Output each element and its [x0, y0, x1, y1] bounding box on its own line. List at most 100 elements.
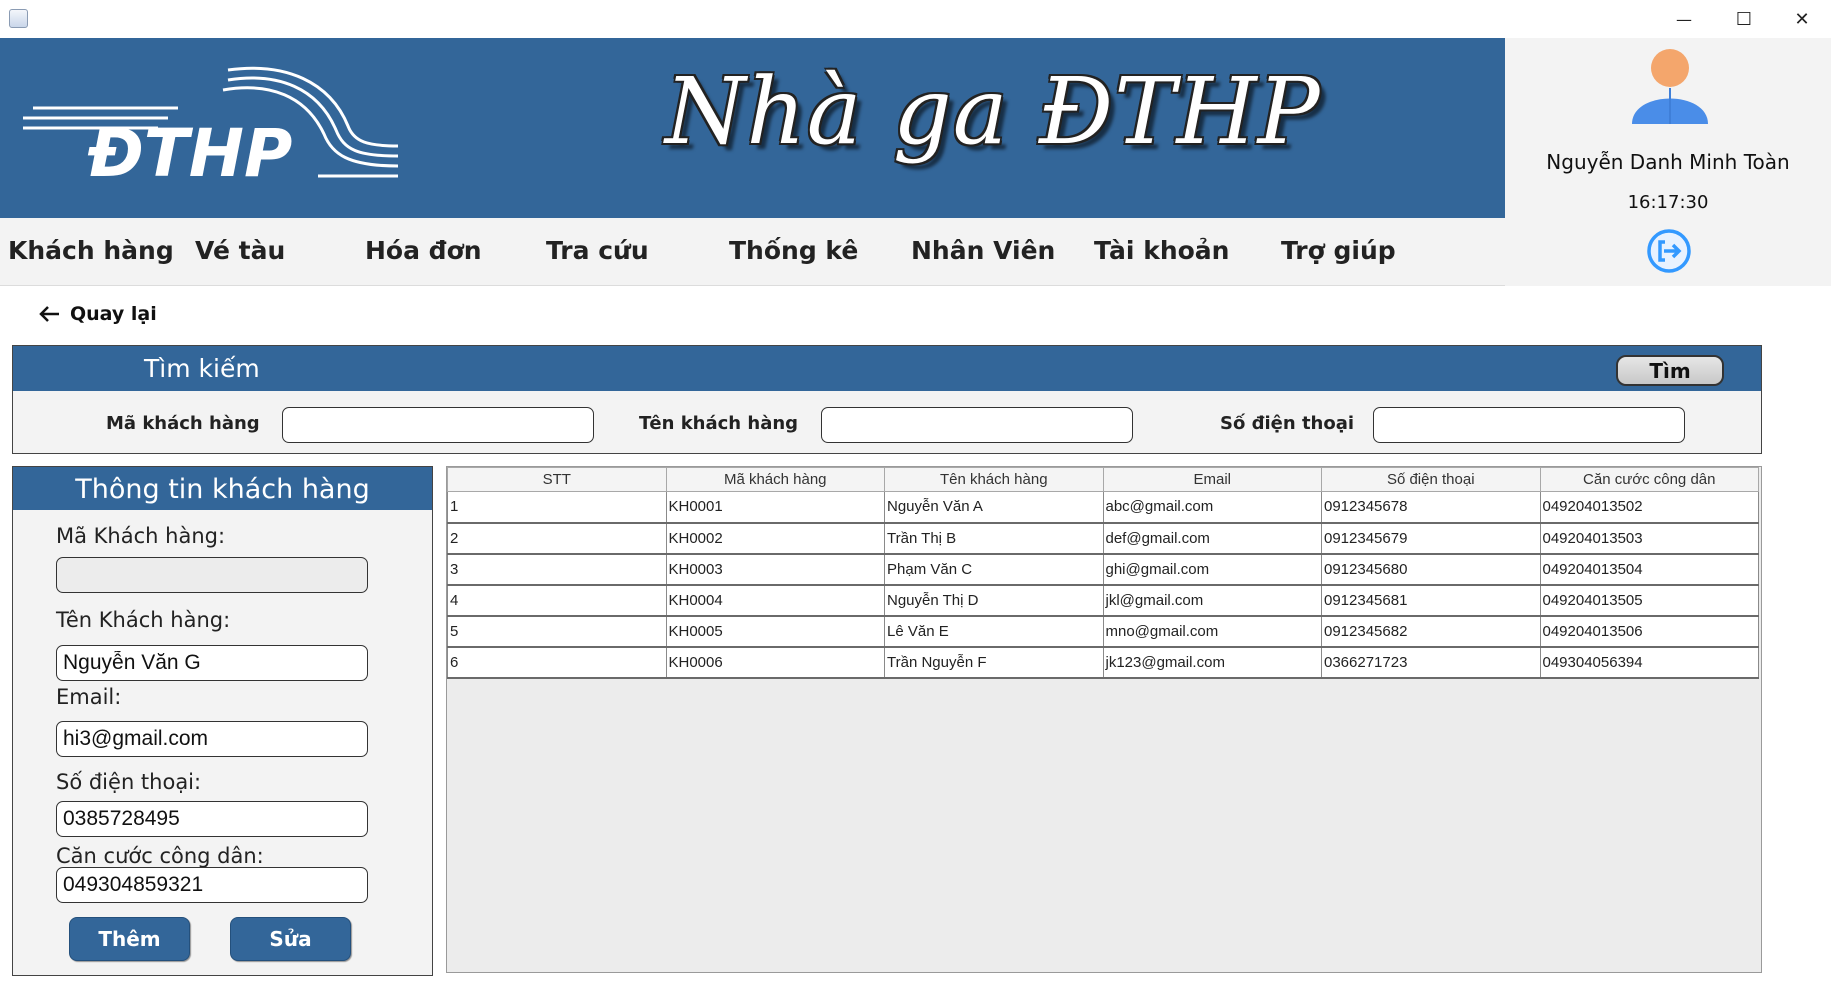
table-cell: 049204013506	[1539, 615, 1759, 648]
table-cell: Nguyễn Thị D	[884, 584, 1104, 617]
table-cell: KH0004	[665, 584, 885, 617]
customer-info-title: Thông tin khách hàng	[75, 474, 370, 505]
label-email: Email:	[56, 685, 122, 709]
table-cell: jk123@gmail.com	[1102, 646, 1322, 679]
col-header-stt[interactable]: STT	[447, 467, 667, 492]
table-cell: Trần Nguyễn F	[884, 646, 1104, 679]
table-cell: 0912345679	[1321, 522, 1541, 555]
menu-tra-cuu[interactable]: Tra cứu	[546, 236, 649, 265]
logo-text: ĐTHP	[87, 115, 292, 188]
field-ten-kh[interactable]	[56, 645, 368, 681]
table-row[interactable]: 2 KH0002 Trần Thị B def@gmail.com 091234…	[447, 522, 1759, 555]
menu-thong-ke[interactable]: Thống kê	[729, 236, 858, 265]
table-cell: 0912345682	[1321, 615, 1541, 648]
table-cell: 2	[447, 522, 667, 555]
table-cell: Lê Văn E	[884, 615, 1104, 648]
customer-table: STT Mã khách hàng Tên khách hàng Email S…	[447, 467, 1759, 679]
table-cell: 1	[447, 491, 667, 524]
banner-title: Nhà ga ĐTHP	[665, 58, 1321, 165]
user-name: Nguyễn Danh Minh Toàn	[1546, 150, 1790, 174]
table-row[interactable]: 4 KH0004 Nguyễn Thị D jkl@gmail.com 0912…	[447, 584, 1759, 617]
table-cell: ghi@gmail.com	[1102, 553, 1322, 586]
field-ma-kh[interactable]	[56, 557, 368, 593]
menu-tai-khoan[interactable]: Tài khoản	[1094, 236, 1229, 265]
minimize-button[interactable]: —	[1656, 0, 1712, 38]
close-button[interactable]: ✕	[1774, 0, 1830, 38]
table-cell: jkl@gmail.com	[1102, 584, 1322, 617]
label-cccd: Căn cước công dân:	[56, 844, 264, 868]
logout-icon[interactable]	[1646, 228, 1692, 274]
menu-hoa-don[interactable]: Hóa đơn	[365, 236, 482, 265]
table-cell: Phạm Văn C	[884, 553, 1104, 586]
table-cell: 049204013502	[1539, 491, 1759, 524]
table-row[interactable]: 5 KH0005 Lê Văn E mno@gmail.com 09123456…	[447, 615, 1759, 648]
dthp-logo: ĐTHP	[23, 66, 398, 188]
back-link[interactable]: Quay lại	[38, 303, 157, 325]
table-cell: KH0006	[665, 646, 885, 679]
table-cell: mno@gmail.com	[1102, 615, 1322, 648]
arrow-left-icon	[39, 306, 59, 322]
label-ma-kh: Mã Khách hàng:	[56, 524, 226, 548]
table-row[interactable]: 6 KH0006 Trần Nguyễn F jk123@gmail.com 0…	[447, 646, 1759, 679]
menu-khach-hang[interactable]: Khách hàng	[8, 236, 174, 265]
search-button[interactable]: Tìm	[1616, 355, 1724, 386]
table-header-row: STT Mã khách hàng Tên khách hàng Email S…	[447, 467, 1759, 492]
search-input-ten-kh[interactable]	[821, 407, 1133, 443]
search-label-ten-kh: Tên khách hàng	[639, 413, 799, 434]
customer-info-header: Thông tin khách hàng	[13, 467, 432, 510]
menu-ve-tau[interactable]: Vé tàu	[195, 236, 285, 265]
search-label-ma-kh: Mã khách hàng	[106, 413, 260, 434]
search-panel: Tìm kiếm Tìm Mã khách hàng Tên khách hàn…	[12, 345, 1762, 454]
customer-table-panel: STT Mã khách hàng Tên khách hàng Email S…	[446, 466, 1762, 973]
col-header-sdt[interactable]: Số điện thoại	[1321, 467, 1541, 492]
table-cell: 049204013505	[1539, 584, 1759, 617]
table-cell: 049204013503	[1539, 522, 1759, 555]
table-cell: Trần Thị B	[884, 522, 1104, 555]
col-header-cccd[interactable]: Căn cước công dân	[1539, 467, 1759, 492]
search-title: Tìm kiếm	[144, 354, 260, 383]
col-header-ma-kh[interactable]: Mã khách hàng	[665, 467, 885, 492]
table-cell: 0912345680	[1321, 553, 1541, 586]
table-cell: 5	[447, 615, 667, 648]
menu-nhan-vien[interactable]: Nhân Viên	[911, 236, 1055, 265]
user-avatar-icon	[1632, 49, 1708, 124]
field-sdt[interactable]	[56, 801, 368, 837]
search-label-sdt: Số điện thoại	[1220, 413, 1355, 434]
edit-button[interactable]: Sửa	[230, 917, 351, 961]
col-header-ten-kh[interactable]: Tên khách hàng	[884, 467, 1104, 492]
header-banner: ĐTHP Nhà ga ĐTHP	[0, 38, 1505, 218]
search-header: Tìm kiếm Tìm	[13, 346, 1761, 391]
table-cell: 4	[447, 584, 667, 617]
field-email[interactable]	[56, 721, 368, 757]
maximize-button[interactable]: ☐	[1716, 0, 1772, 38]
table-cell: 0366271723	[1321, 646, 1541, 679]
table-row[interactable]: 3 KH0003 Phạm Văn C ghi@gmail.com 091234…	[447, 553, 1759, 586]
java-app-icon	[9, 9, 28, 28]
table-cell: KH0003	[665, 553, 885, 586]
table-cell: 3	[447, 553, 667, 586]
table-cell: 049304056394	[1539, 646, 1759, 679]
table-cell: KH0005	[665, 615, 885, 648]
back-label: Quay lại	[70, 303, 157, 325]
table-cell: def@gmail.com	[1102, 522, 1322, 555]
add-button[interactable]: Thêm	[69, 917, 190, 961]
table-cell: 049204013504	[1539, 553, 1759, 586]
label-sdt: Số điện thoại:	[56, 770, 202, 794]
user-panel: Nguyễn Danh Minh Toàn 16:17:30	[1505, 38, 1831, 286]
table-cell: 6	[447, 646, 667, 679]
customer-info-panel: Thông tin khách hàng Mã Khách hàng: Tên …	[12, 466, 433, 976]
main-menu-bar: Khách hàng Vé tàu Hóa đơn Tra cứu Thống …	[0, 218, 1505, 286]
search-input-sdt[interactable]	[1373, 407, 1685, 443]
clock-time: 16:17:30	[1627, 192, 1709, 213]
table-cell: Nguyễn Văn A	[884, 491, 1104, 524]
label-ten-kh: Tên Khách hàng:	[56, 608, 231, 632]
table-cell: KH0002	[665, 522, 885, 555]
search-input-ma-kh[interactable]	[282, 407, 594, 443]
field-cccd[interactable]	[56, 867, 368, 903]
table-row[interactable]: 1 KH0001 Nguyễn Văn A abc@gmail.com 0912…	[447, 491, 1759, 524]
col-header-email[interactable]: Email	[1102, 467, 1322, 492]
table-cell: 0912345681	[1321, 584, 1541, 617]
table-cell: abc@gmail.com	[1102, 491, 1322, 524]
menu-tro-giup[interactable]: Trợ giúp	[1281, 236, 1396, 265]
table-cell: 0912345678	[1321, 491, 1541, 524]
